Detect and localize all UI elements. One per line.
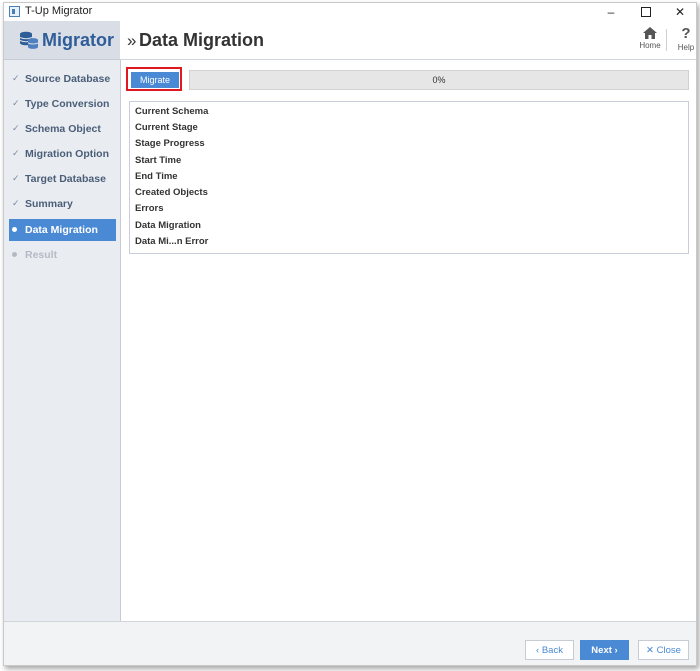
title-bar: T-Up Migrator – ✕ — [4, 3, 696, 21]
sidebar-item-migration-option[interactable]: ✓ Migration Option — [9, 143, 116, 165]
database-logo-icon — [19, 31, 39, 49]
chevron-right-icon: › — [614, 645, 618, 656]
sidebar-item-label: Type Conversion — [25, 98, 110, 110]
logo-text: Migrator — [42, 30, 114, 50]
window-title: T-Up Migrator — [25, 5, 93, 17]
close-icon: ✕ — [646, 645, 655, 656]
sidebar-item-label: Data Migration — [25, 224, 98, 236]
next-button[interactable]: Next › — [580, 640, 629, 660]
close-window-button[interactable]: ✕ — [665, 3, 695, 21]
sidebar-item-label: Summary — [25, 198, 73, 210]
main-content: Migrate 0% Current Schema Current Stage … — [121, 60, 696, 621]
check-icon: ✓ — [12, 98, 20, 108]
status-field-stage-progress: Stage Progress — [135, 138, 205, 149]
back-label: Back — [541, 645, 563, 656]
help-label: Help — [677, 43, 695, 52]
check-icon: ✓ — [12, 198, 20, 208]
status-field-data-migration: Data Migration — [135, 220, 201, 231]
sidebar-item-result: Result — [9, 244, 116, 266]
chevron-left-icon: ‹ — [536, 645, 540, 656]
sidebar-item-label: Source Database — [25, 73, 111, 85]
check-icon: ✓ — [12, 73, 20, 83]
page-header: » Data Migration Home ? Help — [120, 21, 696, 60]
sidebar-item-label: Result — [25, 249, 58, 261]
status-field-errors: Errors — [135, 203, 164, 214]
home-icon — [643, 27, 657, 39]
sidebar-item-summary[interactable]: ✓ Summary — [9, 193, 116, 215]
question-icon: ? — [681, 25, 691, 42]
help-button[interactable]: ? Help — [672, 25, 696, 57]
migrate-button[interactable]: Migrate — [131, 72, 179, 88]
sidebar-item-target-database[interactable]: ✓ Target Database — [9, 168, 116, 190]
status-field-current-schema: Current Schema — [135, 106, 209, 117]
sidebar-item-label: Schema Object — [25, 123, 101, 135]
app-icon — [9, 6, 20, 17]
status-field-data-migration-error: Data Mi...n Error — [135, 236, 209, 247]
status-field-start-time: Start Time — [135, 155, 182, 166]
sidebar-item-source-database[interactable]: ✓ Source Database — [9, 68, 116, 90]
bullet-dot-icon — [12, 224, 17, 234]
minimize-button[interactable]: – — [596, 3, 626, 21]
header-divider — [666, 29, 667, 51]
back-button[interactable]: ‹ Back — [525, 640, 574, 660]
check-icon: ✓ — [12, 173, 20, 183]
page-title: Data Migration — [139, 30, 265, 50]
close-label: Close — [656, 645, 681, 656]
close-button[interactable]: ✕ Close — [638, 640, 689, 660]
migration-status-panel: Current Schema Current Stage Stage Progr… — [129, 101, 689, 254]
app-window: T-Up Migrator – ✕ Migrator » Data Migrat… — [3, 2, 697, 666]
status-field-end-time: End Time — [135, 171, 178, 182]
sidebar-item-label: Target Database — [25, 173, 106, 185]
status-field-created-objects: Created Objects — [135, 187, 208, 198]
progress-text: 0% — [432, 75, 446, 85]
bullet-dot-icon — [12, 249, 17, 259]
sidebar-item-schema-object[interactable]: ✓ Schema Object — [9, 118, 116, 140]
check-icon: ✓ — [12, 148, 20, 158]
sidebar-item-type-conversion[interactable]: ✓ Type Conversion — [9, 93, 116, 115]
logo-area: Migrator — [4, 21, 120, 60]
home-button[interactable]: Home — [636, 25, 664, 57]
sidebar-item-data-migration[interactable]: Data Migration — [9, 219, 116, 241]
footer-bar: ‹ Back Next › ✕ Close — [4, 621, 696, 665]
sidebar-item-label: Migration Option — [25, 148, 109, 160]
double-chevron-right-icon: » — [127, 31, 137, 50]
home-label: Home — [639, 41, 661, 50]
migration-progress-bar: 0% — [189, 70, 689, 90]
check-icon: ✓ — [12, 123, 20, 133]
maximize-button[interactable] — [631, 3, 661, 21]
next-label: Next — [591, 645, 612, 656]
status-field-current-stage: Current Stage — [135, 122, 198, 133]
sidebar: ✓ Source Database ✓ Type Conversion ✓ Sc… — [4, 60, 121, 621]
maximize-icon — [641, 6, 651, 17]
